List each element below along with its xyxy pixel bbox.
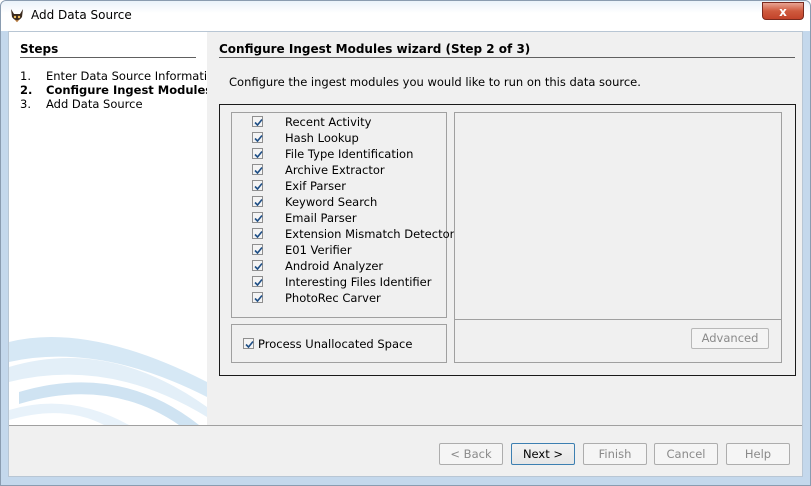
decorative-swoosh-graphic	[9, 337, 207, 425]
title-bar: Add Data Source x	[1, 1, 810, 31]
step-number: 3.	[20, 97, 31, 111]
wizard-step-title: Configure Ingest Modules wizard (Step 2 …	[219, 42, 531, 56]
module-row[interactable]: Android Analyzer	[232, 258, 446, 274]
module-checkbox[interactable]	[252, 148, 263, 159]
module-label: Recent Activity	[285, 115, 372, 129]
checkmark-icon	[254, 278, 263, 287]
steps-title: Steps	[20, 42, 59, 56]
checkmark-icon	[254, 198, 263, 207]
module-checkbox[interactable]	[252, 260, 263, 271]
module-row[interactable]: E01 Verifier	[232, 242, 446, 258]
module-checkbox[interactable]	[252, 116, 263, 127]
wizard-description: Configure the ingest modules you would l…	[229, 75, 641, 89]
button-bar-divider	[9, 425, 802, 426]
module-label: Interesting Files Identifier	[285, 275, 432, 289]
step-label: Enter Data Source Information	[46, 69, 207, 83]
module-label: Android Analyzer	[285, 259, 384, 273]
title-divider	[219, 57, 795, 58]
module-checkbox[interactable]	[252, 196, 263, 207]
next-button[interactable]: Next >	[511, 443, 575, 465]
module-row[interactable]: File Type Identification	[232, 146, 446, 162]
help-button[interactable]: Help	[726, 443, 790, 465]
steps-panel: Steps 1. Enter Data Source Information 2.…	[9, 32, 207, 425]
steps-divider	[20, 57, 196, 58]
checkmark-icon	[254, 294, 263, 303]
checkmark-icon	[254, 246, 263, 255]
step-number: 2.	[20, 83, 33, 97]
module-label: E01 Verifier	[285, 243, 352, 257]
step-item-active: 2. Configure Ingest Modules	[20, 83, 207, 97]
checkmark-icon	[254, 262, 263, 271]
checkmark-icon	[254, 166, 263, 175]
module-label: Exif Parser	[285, 179, 346, 193]
module-label: File Type Identification	[285, 147, 414, 161]
module-row[interactable]: Interesting Files Identifier	[232, 274, 446, 290]
wizard-client-area: Steps 1. Enter Data Source Information 2.…	[8, 31, 803, 477]
ingest-module-list: Recent Activity Hash Lookup File Type Iden…	[231, 112, 454, 318]
module-label: PhotoRec Carver	[285, 291, 381, 305]
module-row[interactable]: Extension Mismatch Detector	[232, 226, 454, 242]
module-label: Email Parser	[285, 211, 357, 225]
module-row[interactable]: Archive Extractor	[232, 162, 446, 178]
step-item: 3. Add Data Source	[20, 97, 143, 111]
module-row[interactable]: Email Parser	[232, 210, 446, 226]
unallocated-space-checkbox[interactable]	[243, 338, 254, 349]
module-row[interactable]: Keyword Search	[232, 194, 446, 210]
module-label: Archive Extractor	[285, 163, 385, 177]
window-title: Add Data Source	[31, 8, 132, 22]
module-label: Extension Mismatch Detector	[285, 227, 455, 241]
module-row[interactable]: Exif Parser	[232, 178, 446, 194]
add-data-source-window: Add Data Source x Steps 1. Enter Data Sou…	[0, 0, 811, 486]
step-label: Add Data Source	[46, 97, 143, 111]
module-settings-panel: Advanced	[454, 112, 782, 363]
module-checkbox[interactable]	[252, 132, 263, 143]
module-checkbox[interactable]	[252, 212, 263, 223]
unallocated-space-label: Process Unallocated Space	[258, 337, 413, 351]
advanced-button[interactable]: Advanced	[691, 328, 769, 349]
checkmark-icon	[254, 214, 263, 223]
checkmark-icon	[254, 150, 263, 159]
module-row[interactable]: Hash Lookup	[232, 130, 446, 146]
module-checkbox[interactable]	[252, 244, 263, 255]
checkmark-icon	[254, 134, 263, 143]
module-label: Hash Lookup	[285, 131, 359, 145]
step-item: 1. Enter Data Source Information	[20, 69, 207, 83]
step-label: Configure Ingest Modules	[46, 83, 207, 97]
module-checkbox[interactable]	[252, 228, 263, 239]
module-checkbox[interactable]	[252, 276, 263, 287]
settings-divider	[455, 319, 781, 320]
unallocated-space-panel: Process Unallocated Space	[231, 324, 447, 363]
step-number: 1.	[20, 69, 31, 83]
module-label: Keyword Search	[285, 195, 378, 209]
module-checkbox[interactable]	[252, 164, 263, 175]
back-button[interactable]: < Back	[439, 443, 503, 465]
checkmark-icon	[254, 118, 263, 127]
autopsy-dog-icon	[8, 7, 26, 25]
module-checkbox[interactable]	[252, 180, 263, 191]
module-checkbox[interactable]	[252, 292, 263, 303]
finish-button[interactable]: Finish	[583, 443, 647, 465]
close-button[interactable]: x	[762, 2, 804, 20]
module-row[interactable]: PhotoRec Carver	[232, 290, 446, 306]
checkmark-icon	[245, 340, 254, 349]
module-row[interactable]: Recent Activity	[232, 114, 446, 130]
checkmark-icon	[254, 182, 263, 191]
cancel-button[interactable]: Cancel	[654, 443, 718, 465]
close-icon: x	[779, 5, 787, 19]
checkmark-icon	[254, 230, 263, 239]
